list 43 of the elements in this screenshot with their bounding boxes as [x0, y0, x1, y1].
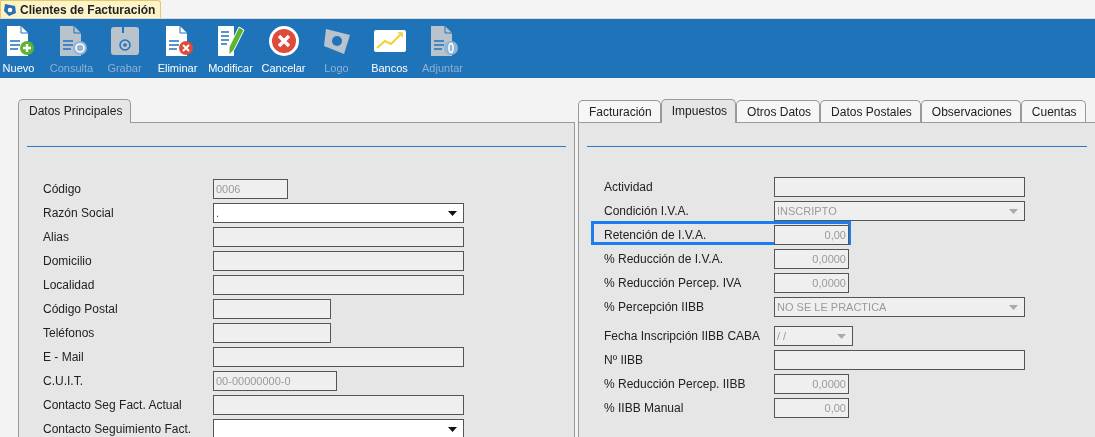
- window-title: Clientes de Facturación: [20, 2, 156, 17]
- dropdown-field[interactable]: [213, 419, 464, 437]
- caret-icon: [1009, 304, 1018, 310]
- field-label: % Reducción de I.V.A.: [604, 252, 724, 266]
- tab[interactable]: Datos Postales: [820, 100, 921, 123]
- field-label: % IIBB Manual: [604, 401, 685, 415]
- caret-icon: [1009, 208, 1018, 214]
- field-label: E - Mail: [43, 350, 85, 364]
- field-label: Condición I.V.A.: [604, 204, 690, 218]
- toolbar-button[interactable]: Eliminar: [151, 19, 204, 74]
- field-label: Código Postal: [43, 302, 119, 316]
- field-label: Fecha Inscripción IIBB CABA: [604, 329, 762, 343]
- field-label: % Percepción IIBB: [604, 300, 706, 314]
- field-label: Razón Social: [43, 206, 115, 220]
- dropdown-field[interactable]: .: [213, 203, 464, 223]
- toolbar-button[interactable]: Modificar: [204, 19, 257, 74]
- tab[interactable]: Observaciones: [920, 100, 1021, 123]
- field-label: Nº IIBB: [604, 353, 645, 367]
- caret-icon: [837, 333, 846, 339]
- tab[interactable]: Facturación: [578, 100, 661, 123]
- toolbar-button[interactable]: Cancelar: [257, 19, 310, 74]
- tab[interactable]: Datos Principales: [18, 99, 132, 123]
- tab[interactable]: Impuestos: [660, 99, 737, 123]
- field-label: Contacto Seguimiento Fact.: [43, 422, 193, 436]
- field-label: Teléfonos: [43, 326, 96, 340]
- document-tab[interactable]: Clientes de Facturación: [0, 0, 162, 18]
- field-label: % Reducción Percep. IVA: [604, 276, 743, 290]
- toolbar-button[interactable]: Nuevo: [0, 19, 45, 74]
- toolbar-button[interactable]: Bancos: [363, 19, 416, 74]
- field-label: Domicilio: [43, 254, 93, 268]
- field-label: % Reducción Percep. IIBB: [604, 377, 747, 391]
- app-logo-icon: [3, 2, 17, 17]
- field-label: Localidad: [43, 278, 96, 292]
- field-label: Contacto Seg Fact. Actual: [43, 398, 183, 412]
- field-label: Alias: [43, 230, 70, 244]
- field-label: Código: [43, 182, 83, 196]
- tab[interactable]: Otros Datos: [736, 100, 821, 123]
- field-label: C.U.I.T.: [43, 374, 84, 388]
- field-label: Retención de I.V.A.: [604, 228, 708, 242]
- caret-icon: [448, 210, 457, 216]
- caret-icon: [448, 426, 457, 432]
- cancel-icon: [266, 24, 301, 58]
- field-label: Actividad: [604, 180, 654, 194]
